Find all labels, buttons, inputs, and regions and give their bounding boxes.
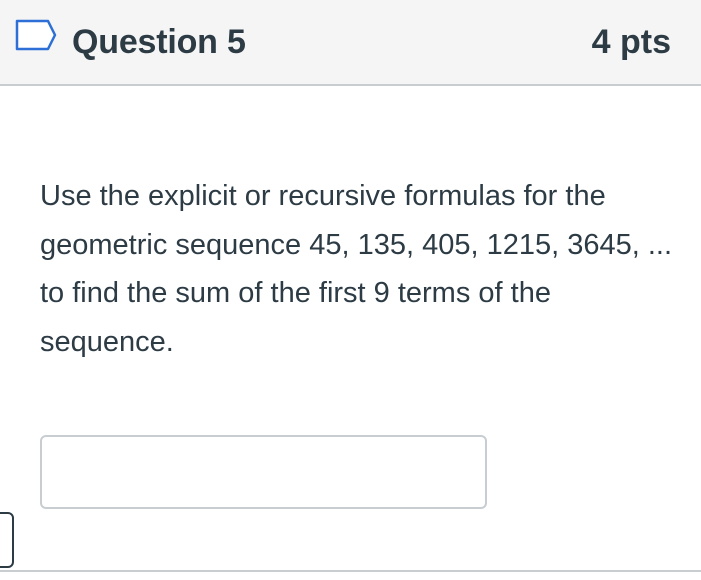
bookmark-flag-icon[interactable] [14,18,58,52]
divider [0,570,701,572]
side-tab-button[interactable] [0,512,14,568]
answer-input[interactable] [40,435,487,509]
quiz-question-page: Question 5 4 pts Use the explicit or rec… [0,0,701,580]
question-header: Question 5 4 pts [0,0,701,86]
question-title: Question 5 [72,23,246,61]
question-points: 4 pts [591,23,671,61]
question-text: Use the explicit or recursive formulas f… [40,180,673,358]
